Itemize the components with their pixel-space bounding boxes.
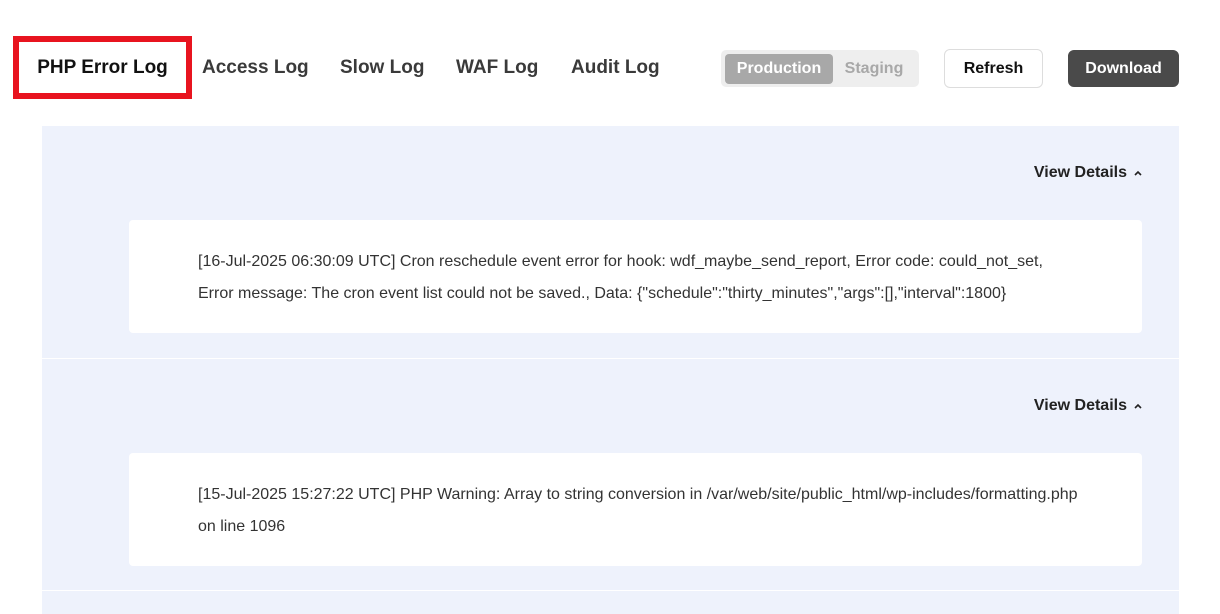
chevron-up-icon <box>1134 170 1142 176</box>
download-button[interactable]: Download <box>1068 50 1179 87</box>
log-entry: View Details [15-Jul-2025 15:27:22 UTC] … <box>42 359 1179 591</box>
view-details-label: View Details <box>1033 164 1127 181</box>
log-message: [15-Jul-2025 15:27:22 UTC] PHP Warning: … <box>129 453 1142 566</box>
log-list: View Details [16-Jul-2025 06:30:09 UTC] … <box>42 126 1179 614</box>
view-details-toggle[interactable]: View Details <box>1034 164 1143 182</box>
log-toolbar: PHP Error Log Access Log Slow Log WAF Lo… <box>0 0 1220 126</box>
tab-php-error-log[interactable]: PHP Error Log <box>13 36 192 99</box>
view-details-toggle[interactable]: View Details <box>1034 397 1143 415</box>
log-message: [16-Jul-2025 06:30:09 UTC] Cron reschedu… <box>129 220 1142 333</box>
tab-slow-log[interactable]: Slow Log <box>340 44 424 92</box>
env-option-production[interactable]: Production <box>725 53 833 84</box>
refresh-button[interactable]: Refresh <box>944 49 1043 88</box>
tab-waf-log[interactable]: WAF Log <box>456 44 538 92</box>
tab-access-log[interactable]: Access Log <box>202 44 309 92</box>
environment-toggle: Production Staging <box>721 50 919 87</box>
env-option-staging[interactable]: Staging <box>833 54 915 84</box>
log-entry: View Details [16-Jul-2025 06:30:09 UTC] … <box>42 126 1179 359</box>
view-details-label: View Details <box>1033 397 1127 414</box>
tab-audit-log[interactable]: Audit Log <box>571 44 660 92</box>
chevron-up-icon <box>1134 403 1142 409</box>
